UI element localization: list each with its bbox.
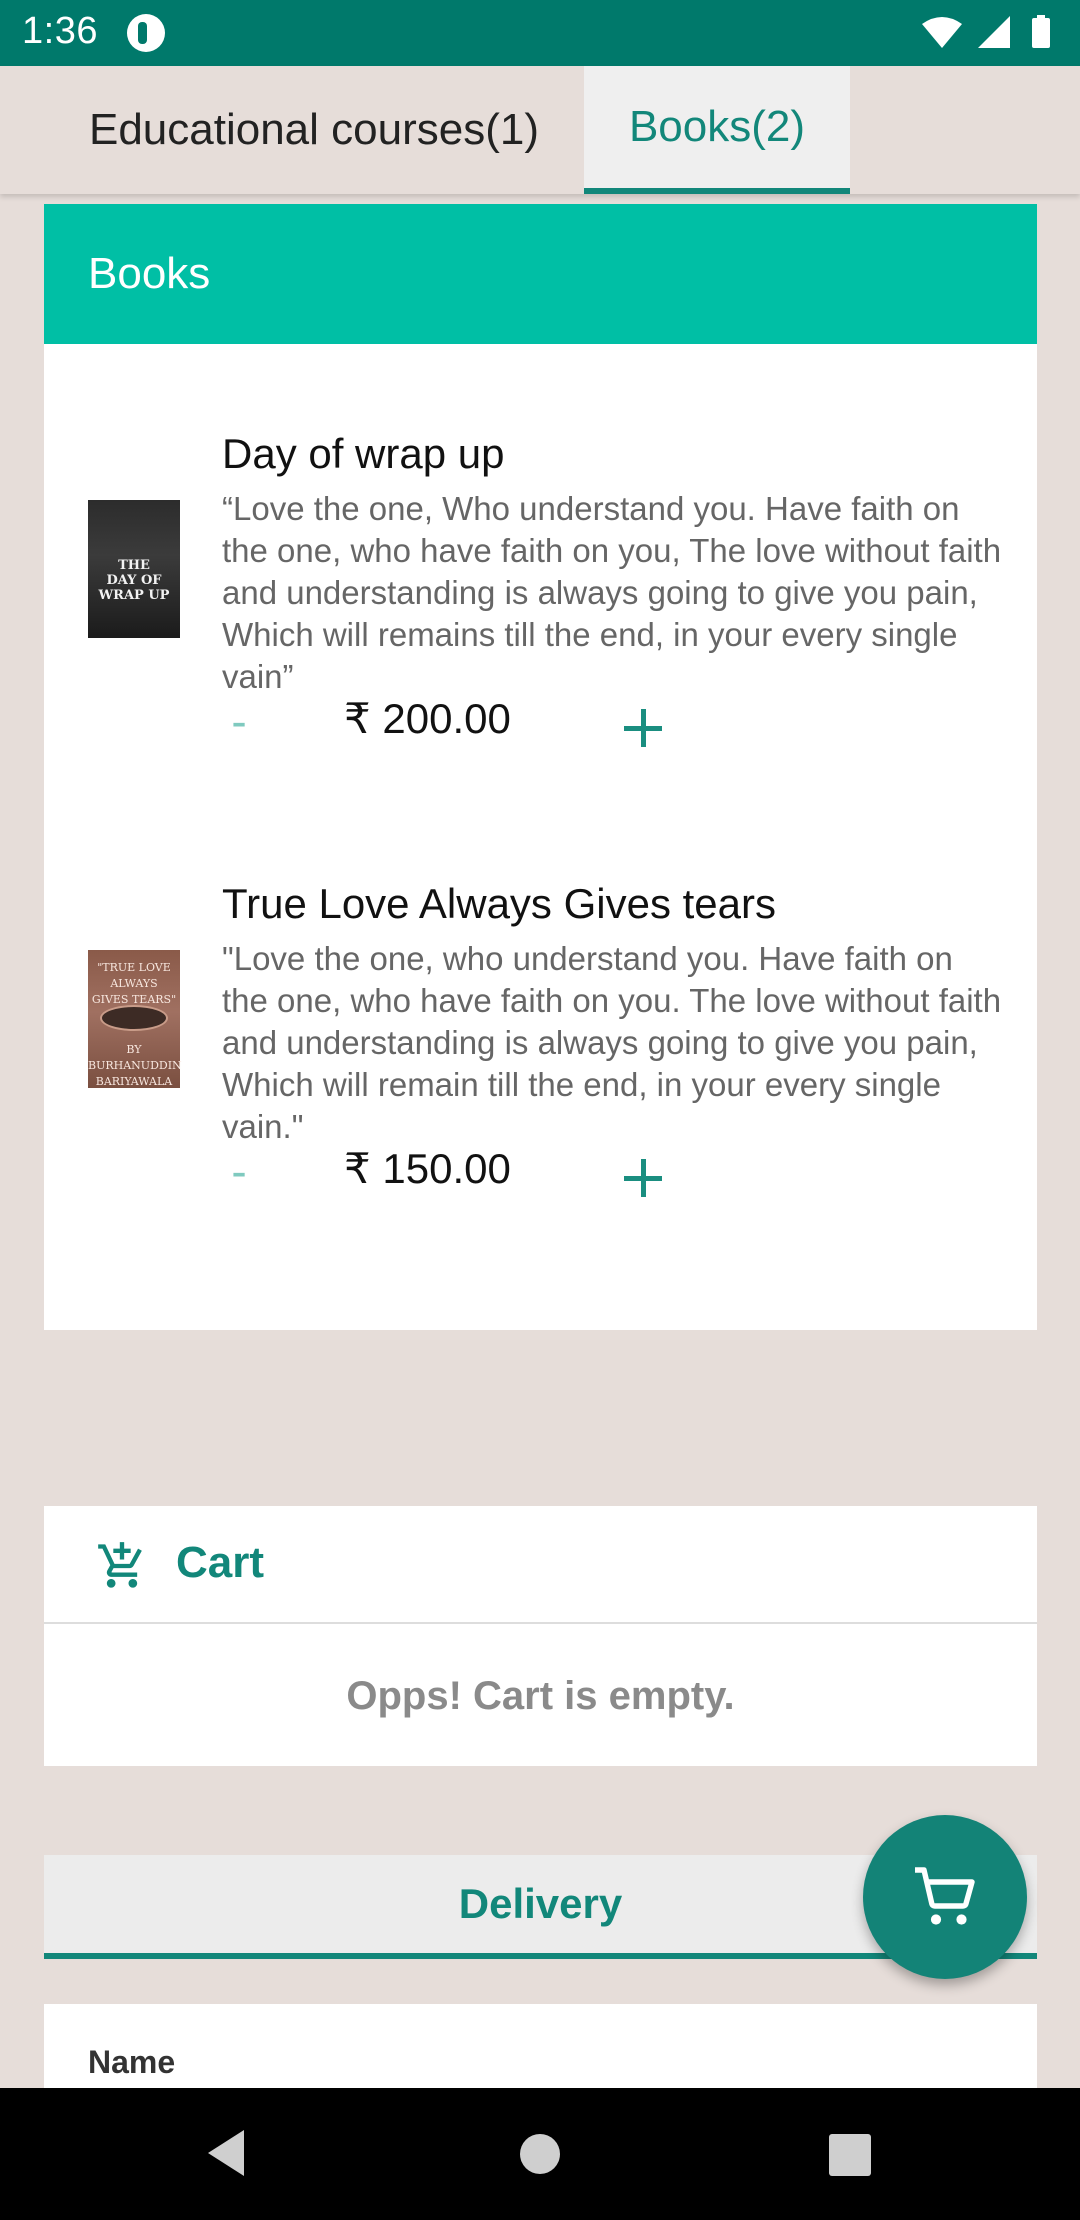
signal-icon [978,16,1010,48]
category-tabs: Educational courses(1) Books(2) [0,66,1080,194]
book-description: “Love the one, Who understand you. Have … [222,490,1002,695]
book-cover-image[interactable]: "TRUE LOVE ALWAYS GIVES TEARS" BY BURHANUDD… [88,950,182,1088]
cart-header: Cart [44,1506,1037,1624]
home-circle-icon[interactable] [520,2134,560,2174]
delivery-form: Name [44,2004,1037,2094]
cover-eye-graphic [100,1005,168,1031]
wifi-icon [922,17,962,48]
recents-square-icon[interactable] [829,2134,871,2176]
system-navigation-bar [0,2088,1080,2220]
increase-quantity-button[interactable] [614,698,674,758]
book-price: ₹ 200.00 [344,695,511,742]
book-price: ₹ 150.00 [344,1145,511,1192]
name-field-label: Name [88,2044,176,2080]
cart-label: Cart [176,1538,265,1587]
book-title: Day of wrap up [222,430,505,477]
book-cover-image[interactable]: THE DAY OF WRAP UP [88,500,180,638]
book-cover-text: THE DAY OF WRAP UP [98,558,170,603]
book-cover-text: "TRUE LOVE ALWAYS GIVES TEARS" [91,961,177,1006]
tab-educational-courses[interactable]: Educational courses(1) [44,66,584,194]
shopping-cart-icon [915,1867,975,1925]
back-triangle-icon[interactable] [206,2128,246,2178]
books-card: Books THE DAY OF WRAP UP Day of wrap up “L… [44,204,1037,1330]
system-status-icons [922,15,1050,48]
status-bar: 1:36 [0,0,1080,66]
book-cover-author: BY BURHANUDDIN BARIYAWALA [88,1043,182,1088]
battery-icon [1032,18,1050,48]
book-title: True Love Always Gives tears [222,880,776,927]
status-time: 1:36 [22,10,98,52]
increase-quantity-button[interactable] [614,1148,674,1208]
decrease-quantity-button[interactable]: - [219,694,259,748]
cart-empty-message: Opps! Cart is empty. [346,1673,735,1718]
add-shopping-cart-icon [98,1542,142,1588]
notification-app-icon [127,14,165,52]
tab-books[interactable]: Books(2) [584,66,850,194]
books-header: Books [44,204,1037,344]
cart-fab-button[interactable] [863,1815,1027,1979]
cart-card: Cart Opps! Cart is empty. [44,1506,1037,1766]
book-description: "Love the one, who understand you. Have … [222,940,1002,1145]
decrease-quantity-button[interactable]: - [219,1144,259,1198]
